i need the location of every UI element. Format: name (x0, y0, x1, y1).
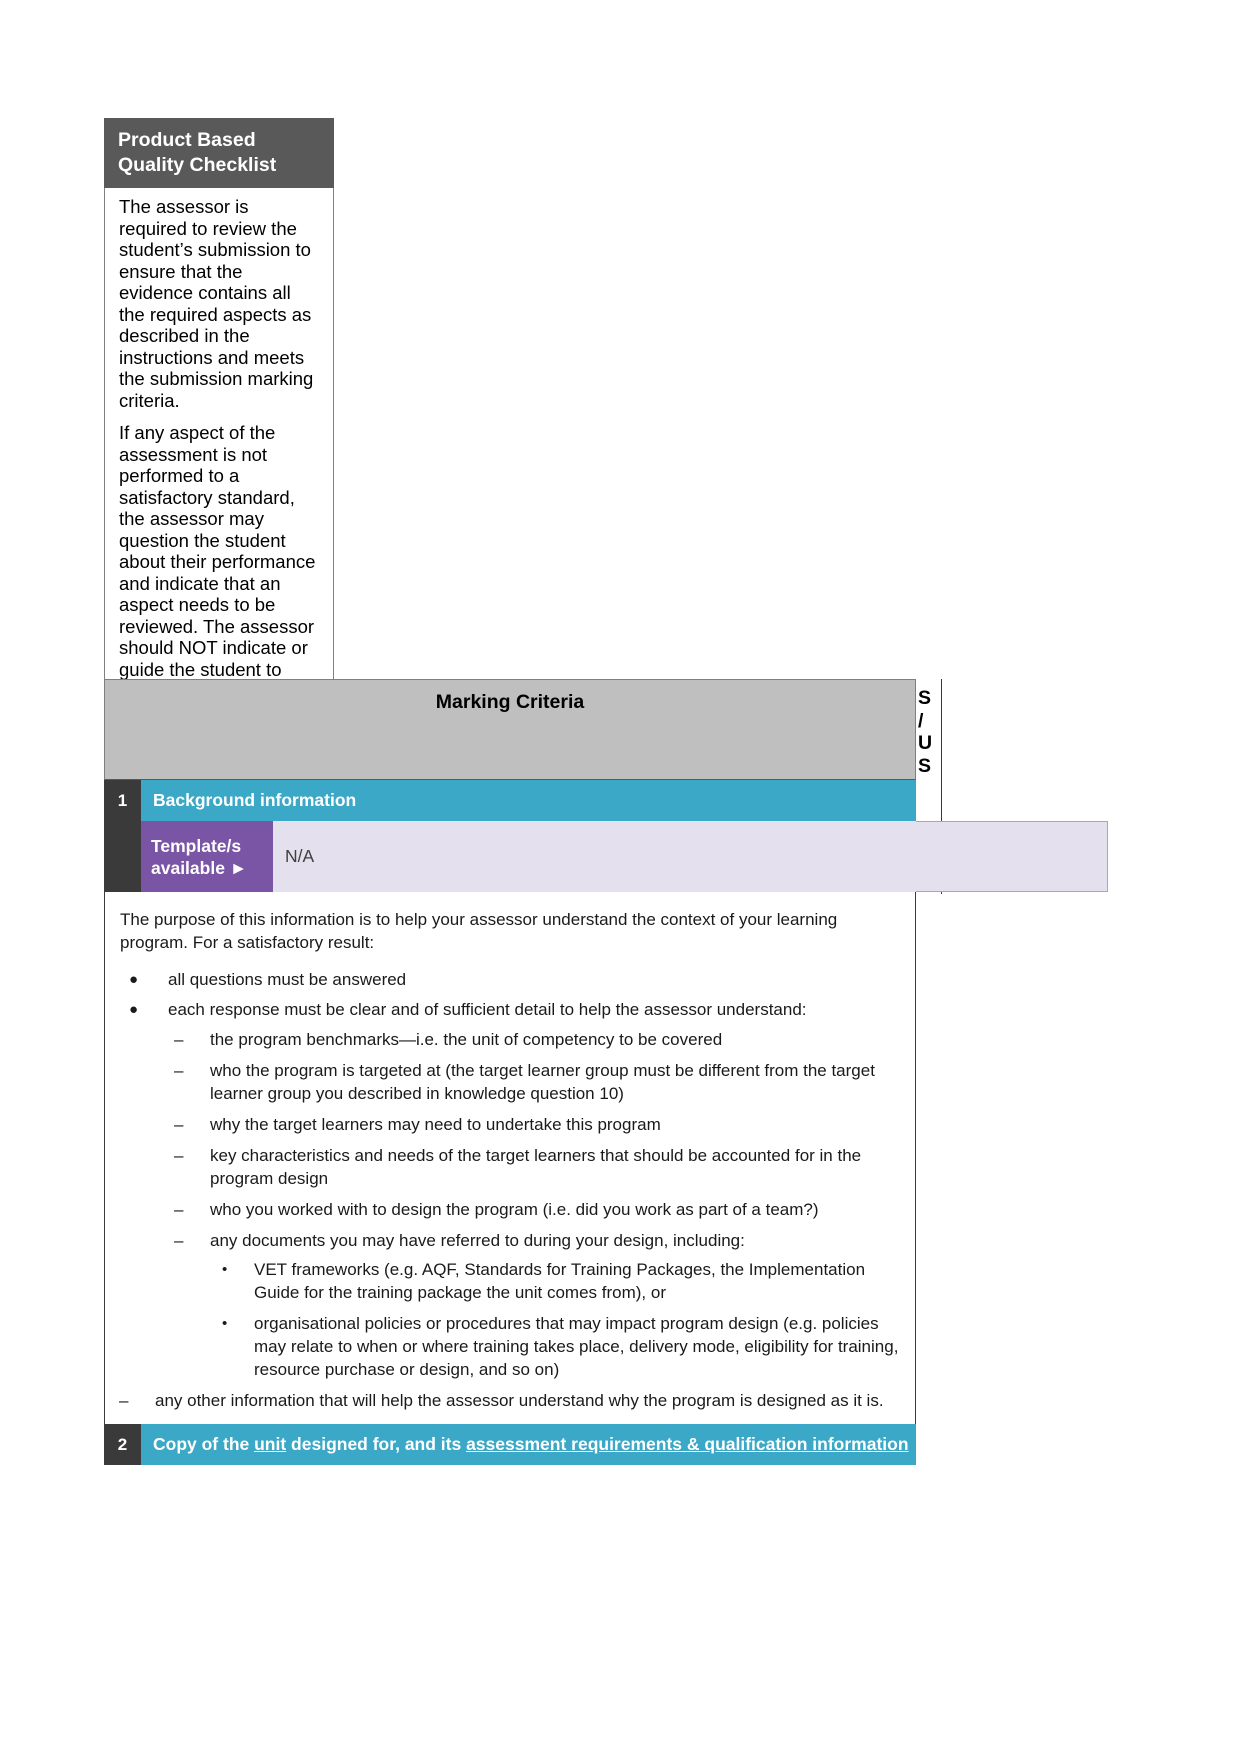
list-item-text: key characteristics and needs of the tar… (210, 1146, 862, 1188)
list-item: – any other information that will help t… (119, 1389, 901, 1412)
templates-available-value: N/A (273, 821, 916, 892)
section-2-text-part-1: Copy of the (153, 1434, 255, 1454)
list-item: – any documents you may have referred to… (168, 1229, 901, 1381)
section-1-intro: The purpose of this information is to he… (120, 910, 838, 952)
quality-checklist-box: Product Based Quality Checklist The asse… (104, 118, 334, 691)
section-title-1: Background information (141, 780, 916, 821)
list-item-text: who you worked with to design the progra… (210, 1200, 819, 1219)
list-item: – who you worked with to design the prog… (168, 1198, 901, 1221)
criteria-subsublist: • VET frameworks (e.g. AQF, Standards fo… (210, 1258, 901, 1381)
list-item-text: who the program is targeted at (the targ… (210, 1061, 875, 1103)
bullet-dash-icon: – (174, 1200, 184, 1219)
list-item: – the program benchmarks—i.e. the unit o… (168, 1028, 901, 1051)
criteria-sublist: – the program benchmarks—i.e. the unit o… (168, 1028, 901, 1381)
section-number-2: 2 (104, 1424, 141, 1465)
list-item-text: the program benchmarks—i.e. the unit of … (210, 1030, 723, 1049)
bullet-dash-icon: – (174, 1146, 184, 1165)
section-row-1[interactable]: 1 Background information (104, 780, 916, 821)
list-item: – who the program is targeted at (the ta… (168, 1059, 901, 1105)
list-item: ● each response must be clear and of suf… (119, 998, 901, 1381)
assessment-requirements-link[interactable]: assessment requirements & qualification … (466, 1434, 908, 1454)
document-page: Product Based Quality Checklist The asse… (0, 0, 1241, 1754)
bullet-dot-icon: ● (129, 971, 139, 988)
list-item-text: VET frameworks (e.g. AQF, Standards for … (254, 1260, 866, 1302)
bullet-dash-icon: – (174, 1030, 184, 1049)
section-title-2: Copy of the unit designed for, and its a… (141, 1424, 916, 1465)
quality-checklist-body: The assessor is required to review the s… (104, 188, 334, 691)
unit-link[interactable]: unit (254, 1434, 286, 1454)
list-item-text: any other information that will help the… (155, 1391, 884, 1410)
list-item-text: any documents you may have referred to d… (210, 1231, 745, 1250)
result-label-line-1: S (918, 687, 932, 709)
checklist-paragraph-1: The assessor is required to review the s… (119, 196, 314, 411)
result-label-line-3: U (918, 732, 933, 754)
list-item: • organisational policies or procedures … (210, 1312, 901, 1381)
section-row-2[interactable]: 2 Copy of the unit designed for, and its… (104, 1424, 916, 1465)
result-column-label: S / U S (918, 687, 932, 777)
result-label-line-2: / (918, 709, 924, 732)
triangle-right-icon[interactable]: ► (230, 858, 247, 878)
list-item: • VET frameworks (e.g. AQF, Standards fo… (210, 1258, 901, 1304)
bullet-dash-icon: – (174, 1115, 184, 1134)
section-1-content: The purpose of this information is to he… (104, 892, 916, 1424)
quality-checklist-title: Product Based Quality Checklist (104, 118, 334, 188)
templates-row-overhang (916, 821, 1108, 892)
list-item: – key characteristics and needs of the t… (168, 1144, 901, 1190)
marking-criteria-header: Marking Criteria (104, 679, 916, 780)
list-item: ● all questions must be answered (119, 968, 901, 991)
list-item-text: organisational policies or procedures th… (254, 1314, 899, 1379)
list-item-text: all questions must be answered (168, 970, 407, 989)
templates-available-row: Template/s available ► N/A (104, 821, 1108, 892)
list-item-text: each response must be clear and of suffi… (168, 1000, 807, 1019)
list-item-text: why the target learners may need to unde… (210, 1115, 661, 1134)
bullet-small-dot-icon: • (222, 1315, 228, 1332)
section-number-1: 1 (104, 780, 141, 821)
templates-label-line-1: Template/s (151, 835, 242, 856)
bullet-dash-icon: – (119, 1391, 129, 1410)
list-item: – why the target learners may need to un… (168, 1113, 901, 1136)
bullet-dash-icon: – (174, 1231, 184, 1250)
criteria-closing-list: – any other information that will help t… (119, 1389, 901, 1412)
checklist-paragraph-2: If any aspect of the assessment is not p… (119, 422, 316, 691)
templates-label-line-2: available (151, 857, 225, 878)
section-2-text-part-2: designed for, and its (286, 1434, 467, 1454)
marking-criteria-table: Marking Criteria 1 Background informatio… (104, 679, 1108, 1465)
marking-criteria-title: Marking Criteria (435, 691, 585, 713)
template-row-gutter (104, 821, 141, 892)
templates-available-label[interactable]: Template/s available ► (141, 821, 273, 892)
result-label-line-4: S (918, 754, 932, 777)
bullet-small-dot-icon: • (222, 1261, 228, 1278)
bullet-dot-icon: ● (129, 1001, 139, 1018)
criteria-bullet-list: ● all questions must be answered ● each … (119, 968, 901, 1381)
bullet-dash-icon: – (174, 1061, 184, 1080)
